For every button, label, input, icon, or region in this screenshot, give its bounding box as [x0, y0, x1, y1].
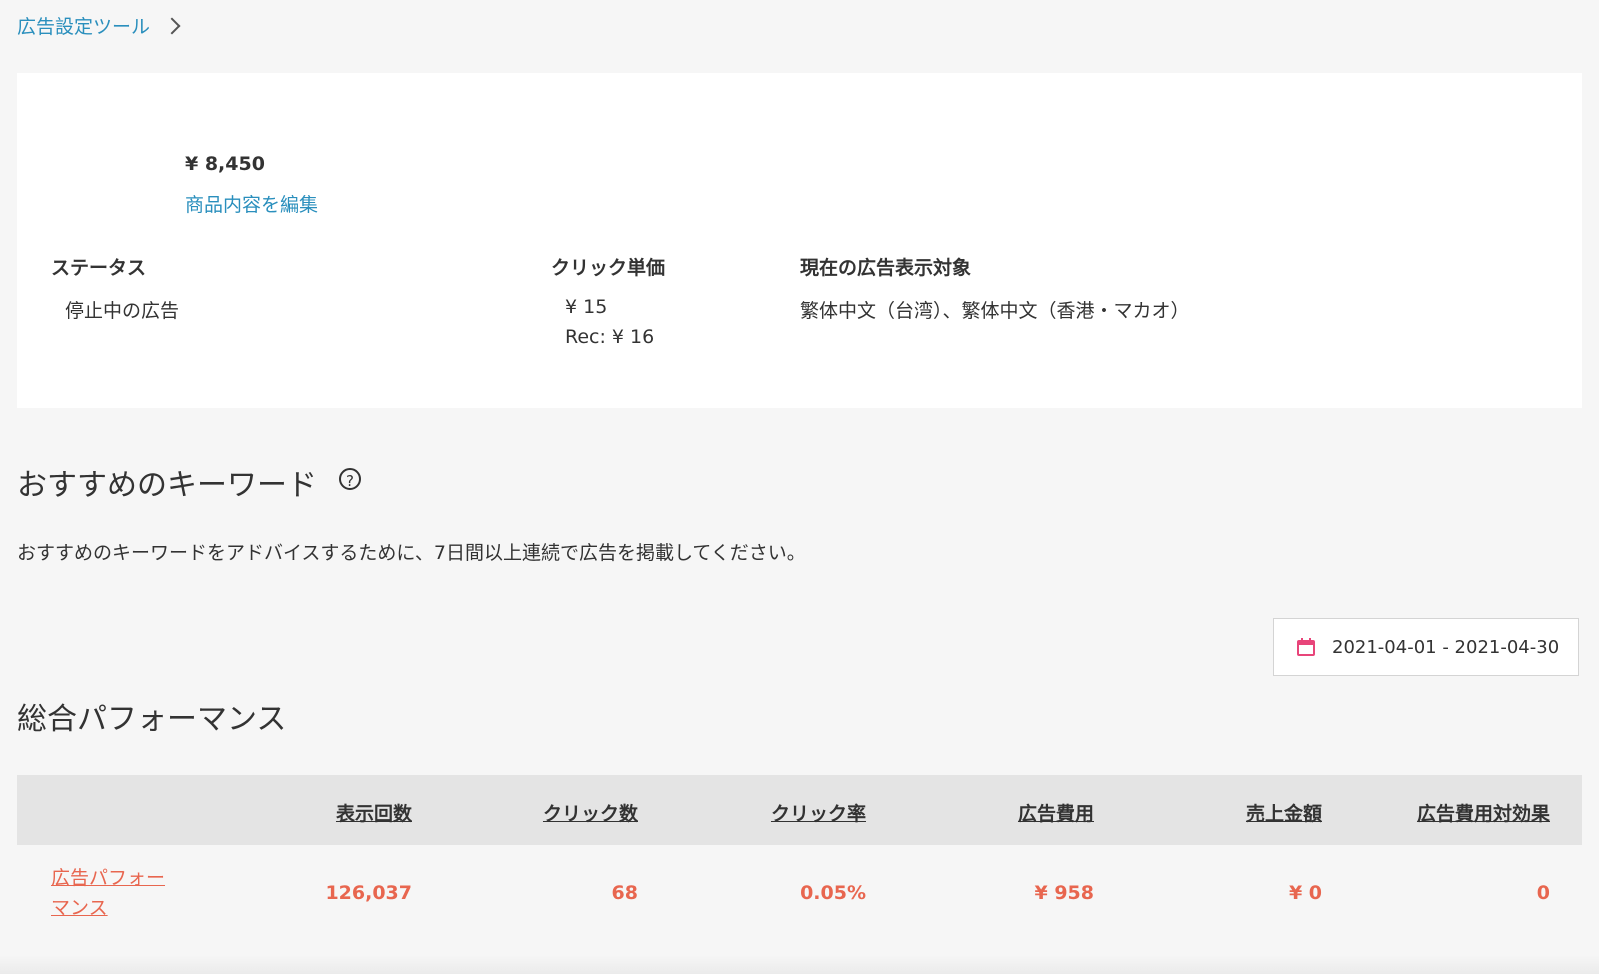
column-header-roas[interactable]: 広告費用対効果 [1417, 799, 1550, 826]
performance-table-header: 表示回数 クリック数 クリック率 広告費用 売上金額 広告費用対効果 [17, 775, 1582, 845]
ad-performance-link-line1: 広告パフォー [51, 867, 166, 889]
column-header-sales[interactable]: 売上金額 [1246, 799, 1322, 826]
date-range-picker[interactable]: 2021-04-01 - 2021-04-30 [1273, 618, 1579, 676]
status-value: 停止中の広告 [65, 300, 180, 322]
column-header-ad-cost[interactable]: 広告費用 [1018, 799, 1094, 826]
column-header-impressions[interactable]: 表示回数 [336, 799, 412, 826]
ad-performance-link-line2: マンス [51, 897, 108, 919]
column-header-ctr[interactable]: クリック率 [771, 799, 866, 826]
sales-value: ¥ 0 [1288, 882, 1322, 904]
cpc-recommended: Rec: ¥ 16 [565, 326, 655, 348]
breadcrumb: 広告設定ツール [17, 10, 181, 40]
keywords-advice: おすすめのキーワードをアドバイスするために、7日間以上連続で広告を掲載してくださ… [17, 542, 806, 564]
cpc-value: ¥ 15 [565, 296, 608, 318]
roas-value: 0 [1536, 882, 1550, 904]
product-card: ¥ 8,450 商品内容を編集 ステータス 停止中の広告 クリック単価 ¥ 15… [17, 73, 1582, 408]
chevron-right-icon [163, 17, 181, 35]
calendar-icon [1297, 638, 1315, 656]
breadcrumb-link-ad-tool[interactable]: 広告設定ツール [17, 12, 150, 39]
target-value: 繁体中文（台湾）、繁体中文（香港・マカオ） [800, 300, 1190, 322]
table-row: 広告パフォー マンス 126,037 68 0.05% ¥ 958 ¥ 0 0 [17, 845, 1582, 925]
cpc-label: クリック単価 [551, 257, 666, 279]
column-header-clicks[interactable]: クリック数 [543, 799, 638, 826]
bottom-shadow [0, 955, 1599, 974]
question-circle-icon[interactable]: ? [339, 468, 361, 490]
edit-product-link[interactable]: 商品内容を編集 [185, 190, 318, 217]
keywords-title: おすすめのキーワード [17, 468, 317, 503]
ad-performance-link[interactable]: 広告パフォー マンス [51, 863, 201, 923]
product-price: ¥ 8,450 [185, 153, 265, 175]
performance-title: 総合パフォーマンス [17, 702, 287, 737]
status-label: ステータス [51, 257, 147, 279]
clicks-value: 68 [611, 882, 638, 904]
ctr-value: 0.05% [800, 882, 866, 904]
date-range-value: 2021-04-01 - 2021-04-30 [1332, 636, 1560, 658]
ad-cost-value: ¥ 958 [1034, 882, 1095, 904]
target-label: 現在の広告表示対象 [800, 257, 972, 279]
impressions-value: 126,037 [325, 882, 412, 904]
